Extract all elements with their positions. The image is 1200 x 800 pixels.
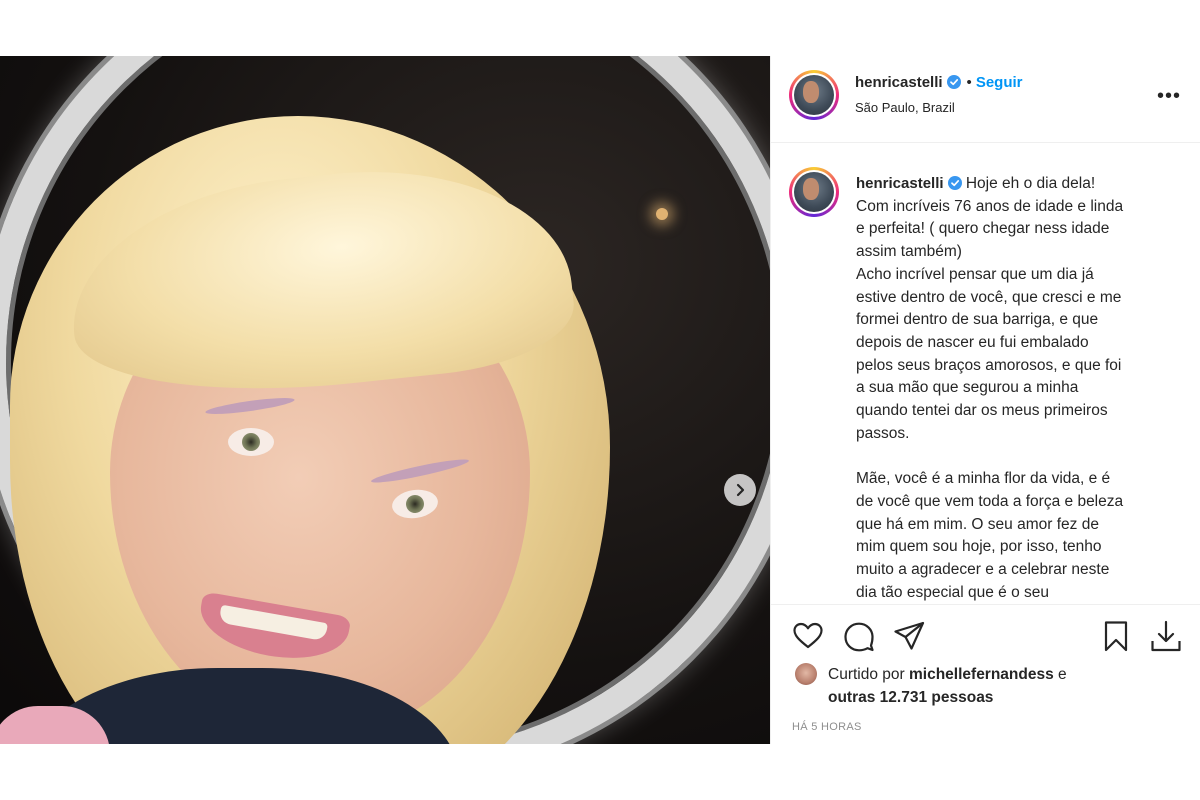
caption-line: estive dentro de você, que cresci e me bbox=[856, 288, 1122, 306]
caption: henricastelli Hoje eh o dia dela! Com in… bbox=[856, 173, 1161, 603]
post-location[interactable]: São Paulo, Brazil bbox=[855, 100, 955, 115]
author-username[interactable]: henricastelli bbox=[855, 74, 943, 91]
share-button[interactable] bbox=[892, 619, 926, 653]
more-options-button[interactable]: ••• bbox=[1157, 84, 1181, 108]
caption-line: Com incríveis 76 anos de idade e linda bbox=[856, 197, 1124, 215]
caption-line: de você que vem toda a força e beleza bbox=[856, 492, 1124, 510]
download-icon bbox=[1151, 620, 1181, 652]
save-button[interactable] bbox=[1099, 619, 1133, 653]
caption-username[interactable]: henricastelli bbox=[856, 175, 944, 192]
verified-badge-icon bbox=[946, 75, 961, 89]
comment-icon bbox=[844, 622, 874, 652]
likes-count-link[interactable]: outras 12.731 pessoas bbox=[828, 689, 993, 706]
header-user-line: henricastelli • Seguir bbox=[855, 74, 1023, 91]
caption-author-avatar[interactable] bbox=[789, 167, 839, 217]
next-photo-button[interactable] bbox=[724, 474, 756, 506]
caption-area[interactable]: henricastelli Hoje eh o dia dela! Com in… bbox=[771, 143, 1200, 603]
bookmark-icon bbox=[1104, 621, 1128, 652]
caption-line: Acho incrível pensar que um dia já bbox=[856, 265, 1094, 283]
post-actions: Curtido por michellefernandess e outras … bbox=[771, 604, 1200, 745]
left-eye bbox=[228, 428, 274, 456]
likes-connector: e bbox=[1058, 666, 1067, 683]
likes-prefix: Curtido por bbox=[828, 666, 905, 683]
download-button[interactable] bbox=[1149, 619, 1183, 653]
caption-line: muito a agradecer e a celebrar neste bbox=[856, 560, 1110, 578]
background-lamp bbox=[656, 208, 668, 220]
likes-summary: Curtido por michellefernandess e outras … bbox=[828, 663, 1168, 709]
post-header: henricastelli • Seguir São Paulo, Brazil •… bbox=[771, 56, 1200, 143]
separator-dot: • bbox=[966, 74, 972, 91]
liker-avatar[interactable] bbox=[795, 663, 817, 685]
liker-username[interactable]: michellefernandess bbox=[909, 666, 1054, 683]
heart-icon bbox=[793, 622, 823, 649]
caption-line: mim quem sou hoje, por isso, tenho bbox=[856, 538, 1102, 556]
send-icon bbox=[894, 621, 925, 650]
caption-line: a sua mão que segurou a minha bbox=[856, 379, 1079, 397]
caption-line: assim também) bbox=[856, 243, 962, 261]
chevron-right-icon bbox=[736, 483, 745, 497]
caption-paragraph-gap bbox=[856, 445, 1161, 468]
post-photo[interactable] bbox=[0, 56, 770, 744]
caption-line: que há em mim. O seu amor fez de bbox=[856, 515, 1099, 533]
verified-badge-icon bbox=[947, 176, 962, 190]
like-button[interactable] bbox=[791, 619, 825, 653]
caption-line: dia tão especial que é o seu bbox=[856, 583, 1050, 601]
post-timestamp[interactable]: HÁ 5 HORAS bbox=[792, 721, 862, 733]
caption-line: pelos seus braços amorosos, e que foi bbox=[856, 356, 1122, 374]
caption-line: e perfeita! ( quero chegar ness idade bbox=[856, 220, 1110, 238]
follow-button[interactable]: Seguir bbox=[976, 74, 1023, 91]
author-avatar[interactable] bbox=[789, 70, 839, 120]
more-options-icon: ••• bbox=[1157, 85, 1182, 107]
caption-line: quando tentei dar os meus primeiros bbox=[856, 402, 1108, 420]
caption-line: Hoje eh o dia dela! bbox=[965, 175, 1096, 192]
comment-button[interactable] bbox=[842, 619, 876, 653]
caption-line: Mãe, você é a minha flor da vida, e é bbox=[856, 470, 1111, 488]
caption-line: formei dentro de sua barriga, e que bbox=[856, 311, 1099, 329]
caption-line: passos. bbox=[856, 424, 910, 442]
caption-line: depois de nascer eu fui embalado bbox=[856, 333, 1089, 351]
post-side-panel: henricastelli • Seguir São Paulo, Brazil •… bbox=[770, 56, 1200, 744]
